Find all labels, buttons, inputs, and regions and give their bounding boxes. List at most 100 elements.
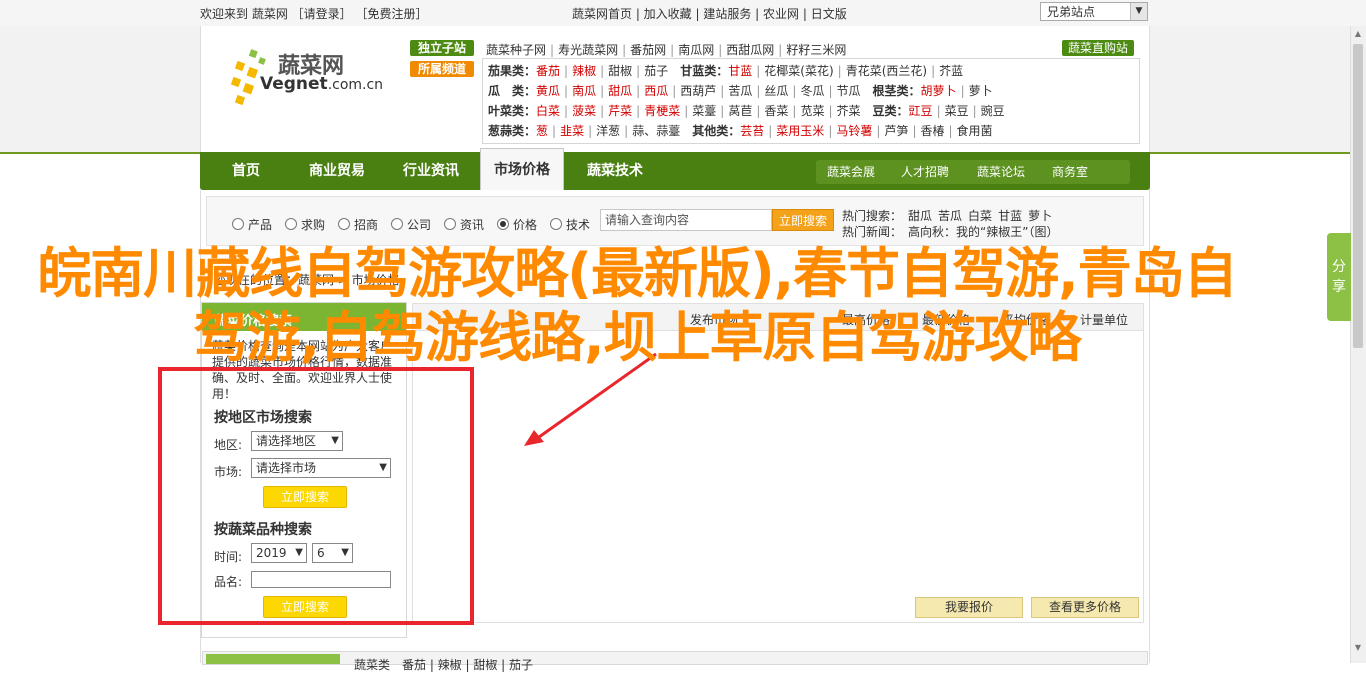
category-item-link[interactable]: 冬瓜 (800, 84, 824, 98)
hot-search-link[interactable]: 苦瓜 (938, 209, 962, 223)
separator: | (564, 64, 569, 78)
subnav-jobs[interactable]: 人才招聘 (890, 160, 960, 184)
hot-search-link[interactable]: 萝卜 (1028, 209, 1052, 223)
seed-site-link[interactable]: 番茄网 (630, 43, 666, 57)
search-type-radio-6[interactable]: 价格 (497, 216, 537, 233)
search-button[interactable]: 立即搜索 (772, 209, 834, 231)
seed-site-link[interactable]: 西甜瓜网 (726, 43, 774, 57)
category-row: 茄果类：番茄 | 辣椒 | 甜椒 | 茄子 甘蓝类：甘蓝 | 花椰菜(菜花) | 青花菜(西兰花) | 芥… (488, 62, 963, 79)
seed-site-link[interactable]: 南瓜网 (678, 43, 714, 57)
category-item-link[interactable]: 青花菜(西兰花) (846, 64, 927, 78)
separator: | (588, 124, 593, 138)
category-item-link[interactable]: 辣椒 (572, 64, 596, 78)
radio-label: 公司 (407, 218, 432, 232)
radio-circle-icon (232, 218, 244, 230)
category-item-link[interactable]: 洋葱 (596, 124, 620, 138)
category-item-link[interactable]: 芥蓝 (939, 64, 963, 78)
separator: | (828, 124, 833, 138)
category-item-link[interactable]: 花椰菜(菜花) (764, 64, 833, 78)
search-type-radio-5[interactable]: 资讯 (444, 216, 484, 233)
subnav-expo[interactable]: 蔬菜会展 (818, 160, 884, 184)
category-item-link[interactable]: 南瓜 (572, 84, 596, 98)
category-item-link[interactable]: 甜瓜 (608, 84, 632, 98)
category-item-link[interactable]: 芥菜 (837, 104, 861, 118)
category-item-link[interactable]: 豇豆 (909, 104, 933, 118)
nav-market-price[interactable]: 市场价格 (480, 148, 564, 190)
seed-site-link[interactable]: 蔬菜种子网 (486, 43, 546, 57)
share-button[interactable]: 分享 (1327, 233, 1351, 321)
hot-search-link[interactable]: 甜瓜 (908, 209, 932, 223)
separator: | (792, 104, 797, 118)
category-item-link[interactable]: 白菜 (536, 104, 560, 118)
category-item-link[interactable]: 韭菜 (560, 124, 584, 138)
hot-search-link[interactable]: 甘蓝 (998, 209, 1022, 223)
category-row: 葱蒜类：葱 | 韭菜 | 洋葱 | 蒜、蒜薹 其他类：芸苔 | 菜用玉米 | 马铃薯 | 芦笋 | 香椿 | 食用… (488, 122, 993, 139)
category-item-link[interactable]: 节瓜 (837, 84, 861, 98)
category-item-link[interactable]: 菜豆 (945, 104, 969, 118)
category-item-link[interactable]: 西葫芦 (680, 84, 716, 98)
nav-tech[interactable]: 蔬菜技术 (570, 152, 660, 190)
scroll-up-icon[interactable]: ▲ (1350, 26, 1366, 42)
category-item-link[interactable]: 茄子 (644, 64, 668, 78)
scrollbar-thumb[interactable] (1353, 44, 1363, 348)
search-type-radio-4[interactable]: 公司 (391, 216, 431, 233)
category-label: 其他类： (692, 124, 741, 138)
separator: | (550, 43, 555, 57)
hot-search-link[interactable]: 白菜 (968, 209, 992, 223)
category-item-link[interactable]: 芹菜 (608, 104, 632, 118)
direct-buy-link[interactable]: 蔬菜直购站 (1062, 40, 1135, 56)
scroll-down-icon[interactable]: ▼ (1350, 640, 1366, 656)
category-label: 茄果类： (488, 64, 537, 78)
radio-label: 求购 (301, 218, 326, 232)
top-links[interactable]: 蔬菜网首页 | 加入收藏 | 建站服务 | 农业网 | 日文版 (572, 5, 847, 22)
category-item-link[interactable]: 苦瓜 (728, 84, 752, 98)
subnav-forum[interactable]: 蔬菜论坛 (966, 160, 1036, 184)
category-item-link[interactable]: 丝瓜 (764, 84, 788, 98)
category-item-link[interactable]: 马铃薯 (836, 124, 872, 138)
category-item-link[interactable]: 豌豆 (981, 104, 1005, 118)
search-type-radio-3[interactable]: 招商 (338, 216, 378, 233)
category-item-link[interactable]: 菠菜 (572, 104, 596, 118)
category-item-link[interactable]: 菜薹 (692, 104, 716, 118)
welcome-text[interactable]: 欢迎来到 蔬菜网 ［请登录］ ［免费注册］ (200, 5, 427, 22)
category-item-link[interactable]: 葱 (536, 124, 548, 138)
nav-news[interactable]: 行业资讯 (386, 152, 476, 190)
separator: | (912, 124, 917, 138)
search-type-radio-1[interactable]: 产品 (232, 216, 272, 233)
nav-trade[interactable]: 商业贸易 (292, 152, 382, 190)
category-item-link[interactable]: 香椿 (920, 124, 944, 138)
annotation-highlight-box (158, 367, 474, 625)
category-item-link[interactable]: 甜椒 (608, 64, 632, 78)
nav-home[interactable]: 首页 (206, 152, 286, 190)
category-item-link[interactable]: 香菜 (764, 104, 788, 118)
more-prices-button[interactable]: 查看更多价格 (1031, 597, 1139, 618)
hot-news-link[interactable]: 高向秋：我的“辣椒王”（图） (908, 225, 1058, 239)
separator: | (624, 124, 629, 138)
category-item-link[interactable]: 甘蓝 (728, 64, 752, 78)
category-item-link[interactable]: 蒜、蒜薹 (632, 124, 680, 138)
radio-label: 招商 (354, 218, 379, 232)
category-item-link[interactable]: 黄瓜 (536, 84, 560, 98)
category-item-link[interactable]: 芸苔 (740, 124, 764, 138)
category-item-link[interactable]: 菜用玉米 (776, 124, 824, 138)
category-item-link[interactable]: 芦笋 (884, 124, 908, 138)
seed-site-link[interactable]: 籽籽三米网 (786, 43, 846, 57)
category-item-link[interactable]: 西瓜 (644, 84, 668, 98)
category-item-link[interactable]: 番茄 (536, 64, 560, 78)
category-item-link[interactable]: 莴苣 (728, 104, 752, 118)
search-input[interactable]: 请输入查询内容 (600, 209, 772, 231)
report-price-button[interactable]: 我要报价 (915, 597, 1023, 618)
sister-sites-select[interactable]: 兄弟站点 ▼ (1040, 2, 1148, 21)
category-item-link[interactable]: 食用菌 (957, 124, 993, 138)
radio-label: 产品 (248, 218, 273, 232)
seed-site-link[interactable]: 寿光蔬菜网 (558, 43, 618, 57)
subnav-office[interactable]: 商务室 (1040, 160, 1100, 184)
separator: | (931, 64, 936, 78)
category-item-link[interactable]: 青梗菜 (644, 104, 680, 118)
search-type-radio-2[interactable]: 求购 (285, 216, 325, 233)
bottom-category-row: 蔬菜类 番茄 | 辣椒 | 甜椒 | 茄子 (354, 658, 534, 672)
category-item-link[interactable]: 苋菜 (800, 104, 824, 118)
category-item-link[interactable]: 胡萝卜 (921, 84, 957, 98)
category-item-link[interactable]: 萝卜 (969, 84, 993, 98)
search-type-radio-7[interactable]: 技术 (550, 216, 590, 233)
